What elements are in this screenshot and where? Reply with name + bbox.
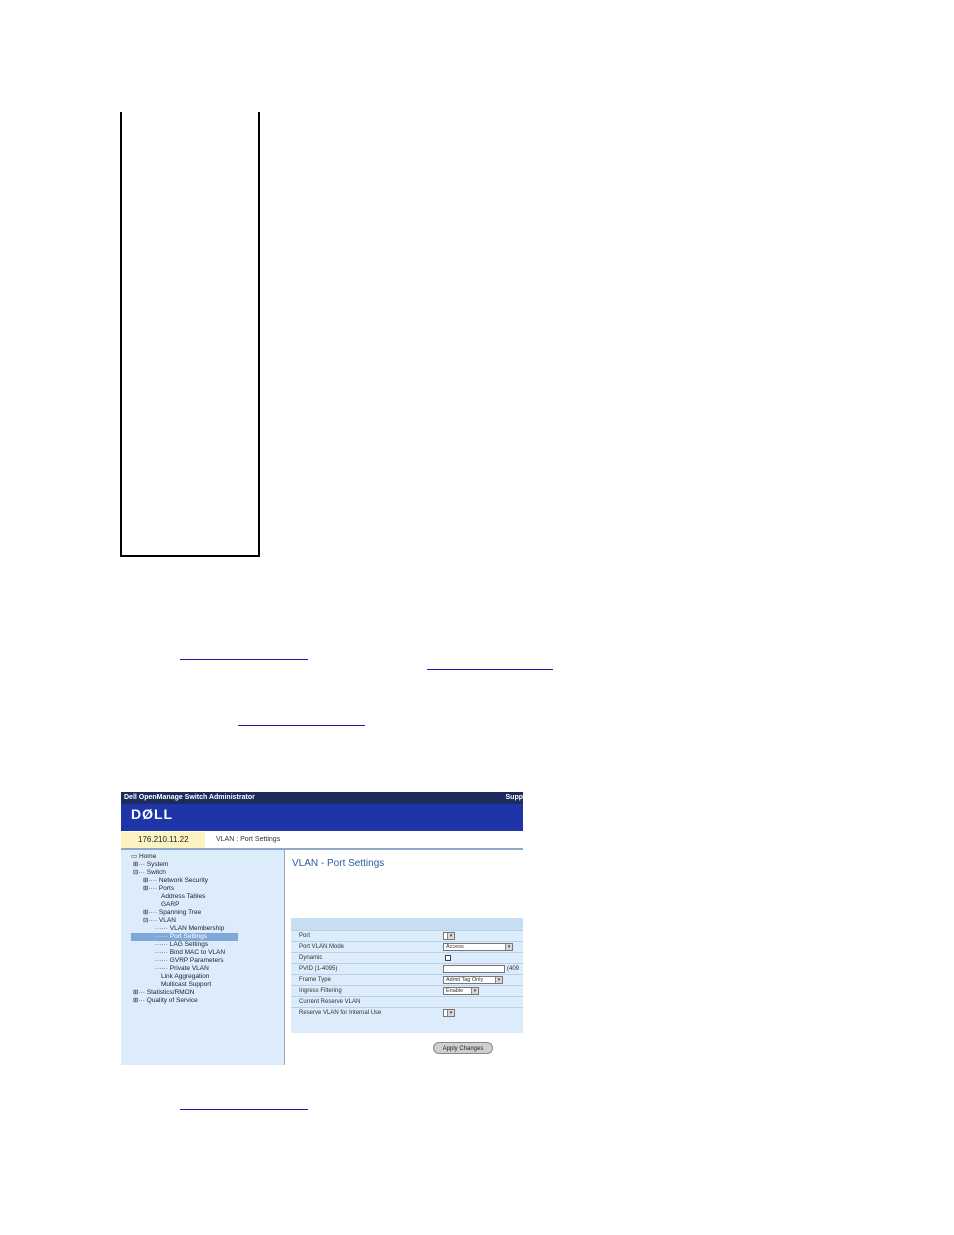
- tree-item-home[interactable]: ▭ Home: [131, 853, 156, 861]
- breadcrumb: VLAN : Port Settings: [216, 836, 281, 843]
- tree-item-vlan-membership[interactable]: ······ VLAN Membership: [155, 925, 224, 933]
- tree-item-vlan[interactable]: ⊟···· VLAN: [143, 917, 176, 925]
- chevron-down-icon: ▾: [447, 1010, 454, 1016]
- collapse-icon[interactable]: ⊟: [143, 917, 148, 924]
- doc-link-1[interactable]: [180, 659, 308, 660]
- tree-item-multicast[interactable]: Multicast Support: [161, 981, 211, 989]
- reserve-vlan-select[interactable]: ▾: [443, 1009, 455, 1017]
- doc-link-2[interactable]: [427, 669, 553, 670]
- tree-item-gvrp[interactable]: ······ GVRP Parameters: [155, 957, 224, 965]
- tree-item-network-security[interactable]: ⊞···· Network Security: [143, 877, 208, 885]
- device-ip: 176.210.11.22: [121, 832, 205, 848]
- port-settings-form: Port ▾ Port VLAN Mode Access ▾ Dynamic PV…: [291, 918, 523, 1033]
- expand-icon[interactable]: ⊞: [133, 861, 138, 868]
- tree-item-garp[interactable]: GARP: [161, 901, 179, 909]
- tree-item-private-vlan[interactable]: ······ Private VLAN: [155, 965, 209, 973]
- banner-strip: [121, 824, 523, 831]
- page-title: VLAN - Port Settings: [292, 858, 385, 869]
- tree-item-address-tables[interactable]: Address Tables: [161, 893, 205, 901]
- page-outline-box: [120, 112, 260, 557]
- dynamic-checkbox[interactable]: [445, 955, 451, 961]
- content-pane: VLAN - Port Settings Port ▾ Port VLAN Mo…: [286, 850, 523, 1065]
- apply-changes-button[interactable]: Apply Changes: [433, 1042, 493, 1054]
- tree-item-lag-settings[interactable]: ······ LAG Settings: [155, 941, 208, 949]
- doc-link-4[interactable]: [180, 1109, 308, 1110]
- expand-icon[interactable]: ⊞: [133, 989, 138, 996]
- port-select[interactable]: ▾: [443, 932, 455, 940]
- pvid-input[interactable]: [443, 965, 505, 973]
- app-screenshot: Dell OpenManage Switch Administrator Sup…: [121, 792, 523, 1065]
- port-vlan-mode-select[interactable]: Access ▾: [443, 943, 513, 951]
- chevron-down-icon: ▾: [505, 944, 512, 950]
- address-bar: 176.210.11.22 VLAN : Port Settings: [121, 832, 523, 850]
- dell-logo: DØLL: [131, 806, 174, 822]
- chevron-down-icon: ▾: [495, 977, 502, 983]
- expand-icon[interactable]: ⊞: [143, 885, 148, 892]
- tree-item-ports[interactable]: ⊞···· Ports: [143, 885, 174, 893]
- tree-item-statistics[interactable]: ⊞··· Statistics/RMON: [133, 989, 194, 997]
- expand-icon[interactable]: ⊞: [143, 909, 148, 916]
- expand-icon[interactable]: ⊞: [143, 877, 148, 884]
- chevron-down-icon: ▾: [471, 988, 478, 994]
- support-link[interactable]: Supp: [506, 792, 524, 804]
- tree-item-system[interactable]: ⊞··· System: [133, 861, 168, 869]
- brand-banner: DØLL: [121, 804, 523, 824]
- tree-item-port-settings[interactable]: ······ Port Settings: [131, 933, 238, 941]
- row-reserve-vlan: Reserve VLAN for Internal Use ▾: [291, 1007, 523, 1019]
- window-titlebar: Dell OpenManage Switch Administrator Sup…: [121, 792, 523, 804]
- tree-item-spanning-tree[interactable]: ⊞···· Spanning Tree: [143, 909, 201, 917]
- doc-link-3[interactable]: [238, 725, 365, 726]
- expand-icon[interactable]: ⊞: [133, 997, 138, 1004]
- collapse-icon[interactable]: ⊟: [133, 869, 138, 876]
- form-header: [291, 918, 523, 930]
- window-title: Dell OpenManage Switch Administrator: [124, 794, 255, 801]
- tree-item-link-aggregation[interactable]: Link Aggregation: [161, 973, 209, 981]
- nav-tree: ▭ Home ⊞··· System ⊟··· Switch ⊞···· Net…: [121, 850, 285, 1065]
- chevron-down-icon: ▾: [447, 933, 454, 939]
- tree-item-switch[interactable]: ⊟··· Switch: [133, 869, 166, 877]
- tree-item-qos[interactable]: ⊞··· Quality of Service: [133, 997, 198, 1005]
- tree-item-bind-mac[interactable]: ······ Bind MAC to VLAN: [155, 949, 225, 957]
- home-icon: ▭: [131, 853, 138, 860]
- frame-type-select[interactable]: Admit Tag Only ▾: [443, 976, 503, 984]
- ingress-filtering-select[interactable]: Enable ▾: [443, 987, 479, 995]
